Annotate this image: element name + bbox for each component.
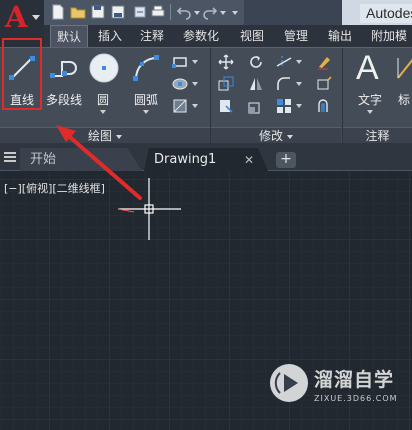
rectangle-dropdown-icon[interactable] (192, 60, 198, 64)
arc-icon (133, 55, 159, 81)
save-icon[interactable] (90, 4, 106, 20)
hatch-dropdown-icon[interactable] (192, 82, 198, 86)
new-file-icon[interactable] (50, 4, 66, 20)
redo-icon[interactable] (202, 4, 218, 20)
tab-manage[interactable]: 管理 (278, 25, 314, 47)
file-tabs-menu-icon[interactable] (4, 152, 16, 162)
chevron-down-icon (116, 134, 122, 139)
ribbon-tab-bar: 默认 插入 注释 参数化 视图 管理 输出 附加模 (44, 25, 412, 47)
tab-parametric[interactable]: 参数化 (176, 25, 226, 47)
polyline-tool-button[interactable]: 多段线 (44, 52, 84, 124)
polyline-icon (50, 61, 77, 78)
arc-tool-label: 圆弧 (133, 93, 158, 107)
dimension-tool-button[interactable]: 标 (394, 52, 412, 124)
watermark-logo-icon (270, 364, 308, 402)
modify-panel-title-text: 修改 (258, 129, 283, 143)
scale-icon[interactable] (248, 98, 264, 114)
close-icon[interactable]: ✕ (244, 154, 254, 166)
tab-addins[interactable]: 附加模 (366, 25, 412, 47)
arc-dropdown-icon[interactable] (143, 110, 149, 114)
circle-tool-label: 圆 (96, 93, 109, 107)
save-as-icon[interactable] (110, 4, 126, 20)
tab-output[interactable]: 输出 (322, 25, 358, 47)
gradient-dropdown-icon[interactable] (192, 104, 198, 108)
offset-icon[interactable] (316, 98, 332, 114)
fillet-icon[interactable] (276, 76, 292, 92)
fillet-dropdown-icon[interactable] (296, 82, 302, 86)
watermark: 溜溜自学 ZIXUE.3D66.COM (270, 364, 397, 414)
annotation-panel-title-text: 注释 (365, 129, 390, 143)
customize-qat-dropdown-icon[interactable] (232, 11, 238, 15)
mirror-icon[interactable] (248, 76, 264, 92)
circle-dropdown-icon[interactable] (100, 110, 106, 114)
quick-access-toolbar (44, 0, 244, 25)
rectangle-icon[interactable] (172, 54, 188, 70)
circle-tool-button[interactable]: 圆 (86, 52, 120, 124)
draw-panel-title[interactable]: 绘图 (0, 127, 210, 144)
dimension-tool-label: 标 (398, 93, 411, 107)
modify-panel-title[interactable]: 修改 (211, 127, 341, 144)
arc-tool-button[interactable]: 圆弧 (128, 52, 164, 124)
chevron-down-icon (32, 15, 40, 20)
print-icon[interactable] (150, 4, 166, 20)
application-menu-button[interactable]: A (0, 0, 44, 47)
annotation-panel-title[interactable]: 注释 (343, 127, 412, 144)
move-icon[interactable] (218, 54, 234, 70)
undo-icon[interactable] (176, 4, 192, 20)
redo-dropdown-icon[interactable] (220, 11, 226, 15)
circle-icon (89, 53, 119, 83)
hatch-icon[interactable] (172, 76, 188, 92)
open-folder-icon[interactable] (70, 4, 86, 20)
line-tool-label: 直线 (9, 93, 34, 107)
tab-annotate[interactable]: 注释 (134, 25, 170, 47)
text-dropdown-icon[interactable] (367, 110, 373, 114)
gradient-icon[interactable] (172, 98, 188, 114)
array-dropdown-icon[interactable] (296, 104, 302, 108)
polyline-tool-label: 多段线 (45, 93, 82, 107)
tab-insert[interactable]: 插入 (92, 25, 128, 47)
text-tool-button[interactable]: A 文字 (350, 49, 390, 124)
erase-icon[interactable] (316, 54, 332, 70)
trim-icon[interactable] (276, 54, 292, 70)
viewport-controls[interactable]: [−][俯视][二维线框] (4, 180, 105, 196)
tab-home[interactable]: 默认 (50, 25, 88, 47)
new-tab-button[interactable]: + (276, 152, 296, 168)
watermark-subtitle: ZIXUE.3D66.COM (314, 394, 398, 403)
ribbon-panel-area: 直线 多段线 圆 圆弧 绘图 修改 A 文字 标 注释 (0, 47, 412, 144)
copy-icon[interactable] (218, 76, 234, 92)
stretch-icon[interactable] (218, 98, 234, 114)
explode-icon[interactable] (316, 76, 332, 92)
line-icon (9, 56, 35, 80)
web-mobile-icon[interactable] (132, 4, 148, 20)
text-tool-label: 文字 (357, 93, 382, 107)
document-tab-bar: 开始 Drawing1 ✕ + (0, 143, 412, 171)
array-icon[interactable] (276, 98, 292, 114)
trim-dropdown-icon[interactable] (296, 60, 302, 64)
autocad-logo-icon: A (5, 0, 28, 34)
watermark-title: 溜溜自学 (314, 369, 395, 391)
rotate-icon[interactable] (248, 54, 264, 70)
app-title: Autodes (360, 4, 412, 23)
line-tool-button[interactable]: 直线 (4, 52, 40, 124)
text-icon: A (356, 49, 379, 87)
undo-dropdown-icon[interactable] (194, 11, 200, 15)
toolbar-separator (170, 4, 171, 20)
dimension-icon (397, 58, 412, 79)
chevron-down-icon (287, 134, 293, 139)
doc-tab-start[interactable]: 开始 (20, 148, 142, 171)
tab-view[interactable]: 视图 (234, 25, 270, 47)
draw-panel-title-text: 绘图 (87, 129, 112, 143)
